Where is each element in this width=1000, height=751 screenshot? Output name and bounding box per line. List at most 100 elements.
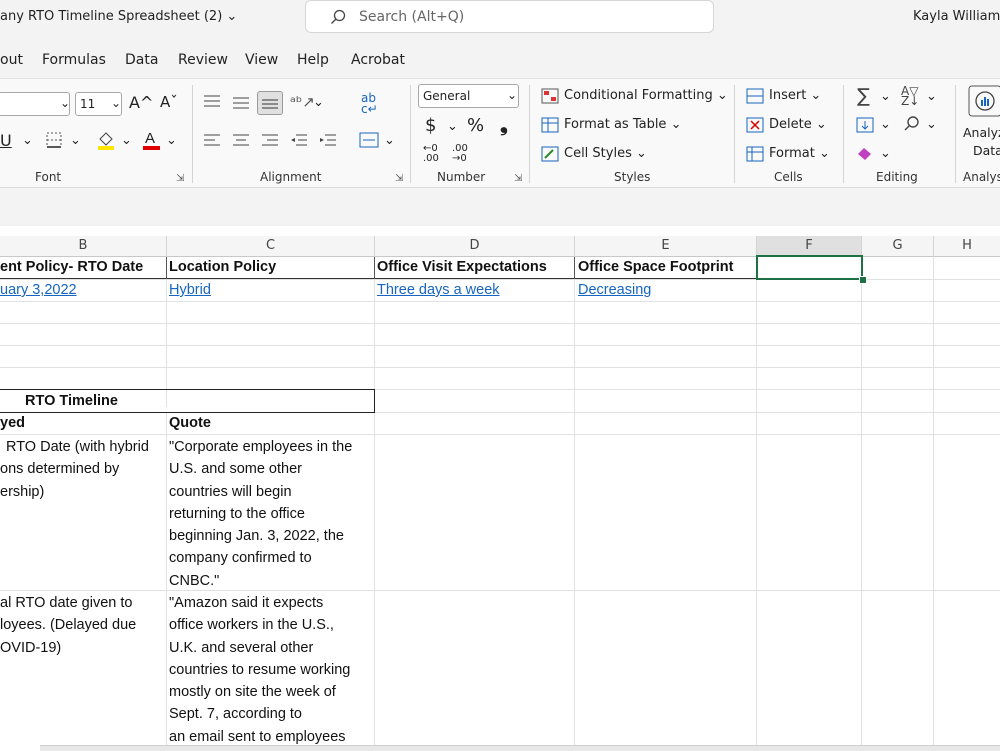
tab-acrobat[interactable]: Acrobat (351, 52, 405, 68)
entry1-quote[interactable]: "Corporate employees in the U.S. and som… (169, 436, 374, 592)
shrink-font-button[interactable]: Aˇ (160, 93, 178, 111)
column-header-e[interactable]: E (575, 236, 757, 257)
rto-timeline-title[interactable]: RTO Timeline (25, 393, 118, 409)
number-format-dropdown[interactable]: General ⌄ (418, 84, 519, 108)
insert-button[interactable]: Insert ⌄ (769, 88, 821, 103)
orientation-icon[interactable]: ᵃᵇ↗ (290, 93, 315, 111)
formula-bar-area (0, 188, 1000, 226)
tab-layout[interactable]: out (0, 52, 23, 68)
tab-formulas[interactable]: Formulas (42, 52, 106, 68)
format-button[interactable]: Format ⌄ (769, 146, 830, 161)
chevron-down-icon[interactable]: ⌄ (121, 133, 132, 148)
chevron-down-icon[interactable]: ⌄ (926, 89, 937, 104)
align-top-icon[interactable] (203, 94, 221, 108)
fill-handle[interactable] (859, 276, 867, 284)
merge-center-icon[interactable] (359, 131, 379, 149)
grow-font-button[interactable]: A^ (129, 93, 153, 112)
cell-c-header[interactable]: Quote (169, 415, 211, 431)
cell-d2-link[interactable]: Three days a week (377, 282, 500, 298)
underline-button[interactable]: U (0, 131, 12, 150)
column-header-g[interactable]: G (862, 236, 934, 257)
find-select-icon[interactable] (903, 115, 921, 133)
entry1-description-line: ons determined by (0, 461, 120, 478)
align-left-icon[interactable] (203, 133, 221, 147)
increase-indent-icon[interactable] (319, 133, 337, 147)
comma-style-button[interactable]: ❟ (500, 112, 508, 136)
cell-c2-link[interactable]: Hybrid (169, 282, 211, 298)
menu-bar: out Formulas Data Review View Help Acrob… (0, 38, 1000, 78)
tab-review[interactable]: Review (178, 52, 228, 68)
format-cells-icon[interactable] (746, 146, 764, 162)
analyze-data-label-2[interactable]: Data (973, 143, 1000, 158)
percent-button[interactable]: % (467, 115, 484, 136)
format-as-table-icon[interactable] (541, 117, 559, 133)
cell-c1[interactable]: Location Policy (169, 259, 276, 275)
conditional-formatting-button[interactable]: Conditional Formatting ⌄ (564, 88, 728, 103)
align-middle-icon[interactable] (232, 96, 250, 110)
font-size-dropdown[interactable]: 11 ⌄ (75, 92, 122, 116)
chevron-down-icon[interactable]: ⌄ (880, 117, 891, 132)
cell-e1[interactable]: Office Space Footprint (578, 259, 734, 275)
cell-b1[interactable]: ent Policy- RTO Date (0, 259, 143, 275)
chevron-down-icon[interactable]: ⌄ (384, 133, 395, 148)
entry2-quote[interactable]: "Amazon said it expects office workers i… (169, 592, 374, 748)
cell-b2-link[interactable]: uary 3,2022 (0, 282, 77, 298)
horizontal-scrollbar[interactable] (40, 745, 1000, 751)
chevron-down-icon[interactable]: ⌄ (880, 89, 891, 104)
selected-cell-f1[interactable] (756, 255, 863, 280)
chevron-down-icon[interactable]: ⌄ (166, 133, 177, 148)
cell-e2-link[interactable]: Decreasing (578, 282, 651, 298)
cell-styles-button[interactable]: Cell Styles ⌄ (564, 146, 647, 161)
chevron-down-icon[interactable]: ⌄ (926, 117, 937, 132)
column-header-h[interactable]: H (934, 236, 1000, 257)
delete-button[interactable]: Delete ⌄ (769, 117, 827, 132)
font-name-dropdown[interactable]: ⌄ (0, 92, 70, 116)
column-header-f[interactable]: F (757, 236, 862, 257)
conditional-formatting-icon[interactable] (541, 88, 559, 104)
clear-icon[interactable] (856, 145, 874, 161)
entry1-description[interactable]: RTO Date (with hybrid ons determined by … (0, 436, 165, 503)
cell-b-header[interactable]: yed (0, 415, 25, 431)
column-header-b[interactable]: B (0, 236, 167, 257)
align-bottom-button[interactable] (257, 91, 283, 115)
user-name[interactable]: Kayla Williams (913, 9, 1000, 24)
insert-cells-icon[interactable] (746, 88, 764, 104)
format-as-table-button[interactable]: Format as Table ⌄ (564, 117, 681, 132)
column-header-d[interactable]: D (375, 236, 575, 257)
borders-icon[interactable] (45, 131, 65, 149)
align-center-icon[interactable] (232, 133, 250, 147)
fill-color-icon[interactable] (96, 129, 116, 151)
dialog-launcher-icon[interactable]: ⇲ (395, 173, 403, 184)
dialog-launcher-icon[interactable]: ⇲ (514, 173, 522, 184)
chevron-down-icon[interactable]: ⌄ (226, 9, 237, 24)
font-color-icon[interactable]: A (142, 129, 162, 151)
column-header-c[interactable]: C (167, 236, 375, 257)
tab-data[interactable]: Data (125, 52, 158, 68)
sort-filter-icon[interactable]: A▽ Z↓ (901, 85, 919, 107)
increase-decimal-icon[interactable]: ←0.00 (423, 144, 439, 164)
delete-cells-icon[interactable] (746, 117, 764, 133)
styles-group-label: Styles (614, 170, 651, 184)
tab-help[interactable]: Help (297, 52, 329, 68)
dialog-launcher-icon[interactable]: ⇲ (176, 173, 184, 184)
chevron-down-icon[interactable]: ⌄ (313, 95, 324, 110)
tab-view[interactable]: View (245, 52, 278, 68)
document-title[interactable]: any RTO Timeline Spreadsheet (2) ⌄ (0, 9, 237, 24)
cell-d1[interactable]: Office Visit Expectations (377, 259, 547, 275)
cell-styles-icon[interactable] (541, 146, 559, 162)
fill-down-icon[interactable] (856, 117, 874, 133)
search-input[interactable]: Search (Alt+Q) (305, 0, 714, 33)
entry2-description[interactable]: al RTO date given to loyees. (Delayed du… (0, 592, 165, 659)
decrease-indent-icon[interactable] (290, 133, 308, 147)
autosum-icon[interactable]: ∑ (857, 85, 870, 107)
chevron-down-icon[interactable]: ⌄ (22, 133, 33, 148)
chevron-down-icon[interactable]: ⌄ (70, 133, 81, 148)
analyze-data-label-1[interactable]: Analyz (963, 125, 1000, 140)
analyze-data-icon[interactable] (967, 84, 1000, 118)
chevron-down-icon[interactable]: ⌄ (880, 146, 891, 161)
align-right-icon[interactable] (261, 133, 279, 147)
decrease-decimal-icon[interactable]: .00 →0 (452, 144, 468, 164)
currency-button[interactable]: $ (425, 115, 436, 136)
chevron-down-icon[interactable]: ⌄ (447, 119, 458, 134)
wrap-text-icon[interactable]: ab c↵ (361, 92, 378, 115)
